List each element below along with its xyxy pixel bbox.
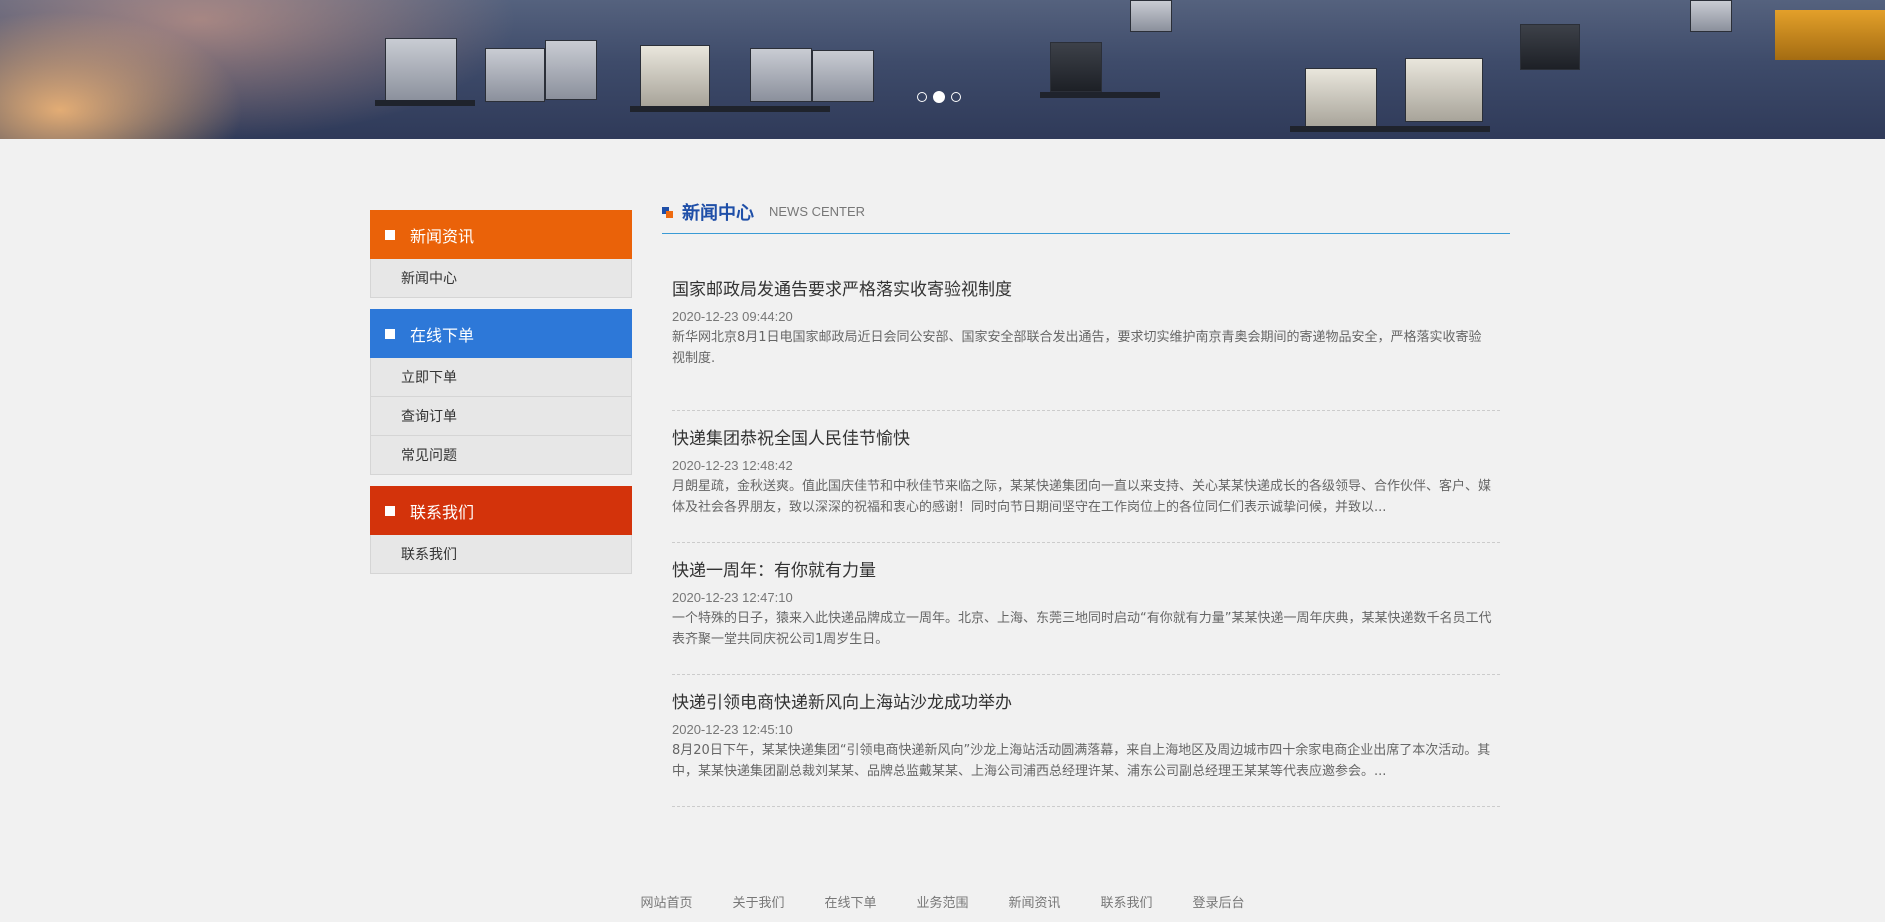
sidebar: 新闻资讯 新闻中心 在线下单 立即下单 查询订单 常见问题 联系我们 联系我们 [370, 210, 632, 585]
news-item: 快递一周年：有你就有力量 2020-12-23 12:47:10 一个特殊的日子… [672, 543, 1500, 675]
banner-image [0, 0, 1885, 139]
news-title[interactable]: 快递引领电商快递新风向上海站沙龙成功举办 [672, 692, 1500, 714]
section-header: 新闻中心 NEWS CENTER [662, 190, 1510, 234]
cargo-container [750, 48, 812, 102]
square-bullet-icon [385, 229, 395, 240]
cargo-container [545, 40, 597, 100]
slider-dots [917, 91, 961, 103]
cargo-dolly [630, 106, 830, 112]
sidebar-group-order: 在线下单 立即下单 查询订单 常见问题 [370, 309, 632, 475]
news-item: 快递集团恭祝全国人民佳节愉快 2020-12-23 12:48:42 月朗星疏，… [672, 411, 1500, 543]
footer-link-order[interactable]: 在线下单 [824, 892, 876, 911]
news-item: 国家邮政局发通告要求严格落实收寄验视制度 2020-12-23 09:44:20… [672, 279, 1500, 411]
sidebar-item-contact-us[interactable]: 联系我们 [370, 535, 632, 574]
cargo-container [1130, 0, 1172, 32]
sidebar-item-order-now[interactable]: 立即下单 [370, 358, 632, 397]
cargo-container [812, 50, 874, 102]
slider-dot-active[interactable] [933, 91, 945, 103]
sidebar-group-header[interactable]: 联系我们 [370, 486, 632, 535]
sidebar-group-header[interactable]: 新闻资讯 [370, 210, 632, 259]
cargo-container [640, 45, 710, 107]
footer-nav: 网站首页 关于我们 在线下单 业务范围 新闻资讯 联系我们 登录后台 [0, 892, 1885, 911]
square-bullet-icon [385, 505, 395, 516]
section-squares-icon [662, 207, 673, 218]
sidebar-group-news: 新闻资讯 新闻中心 [370, 210, 632, 298]
news-summary: 月朗星疏，金秋送爽。值此国庆佳节和中秋佳节来临之际，某某快递集团向一直以来支持、… [672, 479, 1492, 515]
slider-dot[interactable] [917, 92, 927, 102]
footer-link-business[interactable]: 业务范围 [916, 892, 968, 911]
sidebar-item-faq[interactable]: 常见问题 [370, 436, 632, 475]
news-title[interactable]: 快递一周年：有你就有力量 [672, 560, 1500, 582]
news-time: 2020-12-23 12:45:10 [672, 722, 793, 737]
cargo-container [1050, 42, 1102, 92]
cargo-dolly [1040, 92, 1160, 98]
cargo-container [1305, 68, 1377, 128]
footer-link-admin-login[interactable]: 登录后台 [1193, 892, 1245, 911]
cargo-dolly [375, 100, 475, 106]
cargo-truck [1775, 10, 1885, 60]
cargo-dolly [1290, 126, 1490, 132]
news-summary: 一个特殊的日子，猿来入此快递品牌成立一周年。北京、上海、东莞三地同时启动“有你就… [672, 611, 1492, 647]
footer-link-home[interactable]: 网站首页 [640, 892, 692, 911]
section-title: 新闻中心 [682, 202, 754, 224]
news-time: 2020-12-23 09:44:20 [672, 309, 793, 324]
news-title[interactable]: 国家邮政局发通告要求严格落实收寄验视制度 [672, 279, 1500, 301]
square-bullet-icon [385, 328, 395, 339]
sidebar-group-header[interactable]: 在线下单 [370, 309, 632, 358]
sidebar-group-title: 联系我们 [410, 502, 475, 522]
cargo-container [1405, 58, 1483, 122]
news-title[interactable]: 快递集团恭祝全国人民佳节愉快 [672, 428, 1500, 450]
sidebar-group-title: 新闻资讯 [410, 226, 475, 246]
news-list: 国家邮政局发通告要求严格落实收寄验视制度 2020-12-23 09:44:20… [662, 279, 1510, 807]
footer-link-news[interactable]: 新闻资讯 [1009, 892, 1061, 911]
slider-dot[interactable] [951, 92, 961, 102]
footer-link-contact[interactable]: 联系我们 [1101, 892, 1153, 911]
cargo-container [385, 38, 457, 102]
news-time: 2020-12-23 12:48:42 [672, 458, 793, 473]
section-subtitle: NEWS CENTER [769, 204, 866, 219]
cargo-container [1520, 24, 1580, 70]
news-summary: 新华网北京8月1日电国家邮政局近日会同公安部、国家安全部联合发出通告，要求切实维… [672, 330, 1482, 366]
sidebar-item-query-order[interactable]: 查询订单 [370, 397, 632, 436]
news-time: 2020-12-23 12:47:10 [672, 590, 793, 605]
sidebar-group-contact: 联系我们 联系我们 [370, 486, 632, 574]
cargo-container [485, 48, 545, 102]
news-summary: 8月20日下午，某某快递集团“引领电商快递新风向”沙龙上海站活动圆满落幕，来自上… [672, 743, 1491, 779]
cargo-container [1690, 0, 1732, 32]
main-content: 新闻中心 NEWS CENTER 国家邮政局发通告要求严格落实收寄验视制度 20… [662, 190, 1510, 807]
sidebar-item-news-center[interactable]: 新闻中心 [370, 259, 632, 298]
sidebar-group-title: 在线下单 [410, 325, 475, 345]
footer-link-about[interactable]: 关于我们 [732, 892, 784, 911]
news-item: 快递引领电商快递新风向上海站沙龙成功举办 2020-12-23 12:45:10… [672, 675, 1500, 807]
